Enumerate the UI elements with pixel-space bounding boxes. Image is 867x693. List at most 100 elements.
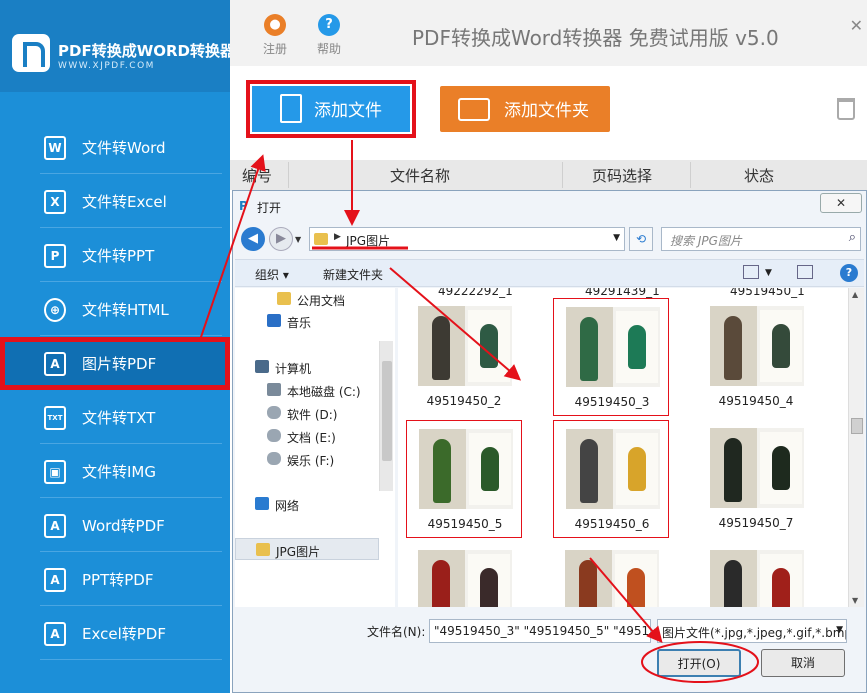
add-folder-button[interactable]: 添加文件夹 [440,86,610,132]
globe-icon: ⊕ [44,298,66,322]
thumbnail-image [565,550,659,607]
sidebar-item[interactable]: A Word转PDF [0,499,230,552]
folder-icon [277,292,291,305]
navigation-tree: 公用文档 音乐计算机 本地磁盘 (C:) 软件 (D:) 文档 (E:) 娱乐 (F:) 网… [235,288,395,607]
search-input[interactable]: 搜索 JPG图片 ⌕ [661,227,861,251]
tree-item[interactable]: 软件 (D:) [235,402,379,424]
tree-item[interactable]: 文档 (E:) [235,425,379,447]
network-icon [255,497,269,510]
trash-icon[interactable] [837,98,855,120]
new-folder-button[interactable]: 新建文件夹 [323,266,383,283]
image-icon: ▣ [44,460,66,484]
back-button[interactable]: ◀ [241,227,265,251]
sidebar-item[interactable]: A Excel转PDF [0,607,230,660]
register-button[interactable]: ● 注册 [255,14,295,57]
view-dropdown-icon[interactable]: ▼ [765,268,772,278]
app-small-icon: P [239,199,248,213]
address-bar[interactable]: ▶ JPG图片 ▼ [309,227,625,251]
grid-scrollbar[interactable]: ▲ ▼ [848,288,864,607]
tree-item[interactable]: 公用文档 [235,288,379,310]
drive-icon [267,406,281,419]
tree-item[interactable]: 计算机 [235,356,379,378]
image-thumbnail[interactable]: 49519450_5 [406,420,522,538]
dialog-close-button[interactable]: ✕ [820,193,862,213]
thumbnail-image [419,429,513,509]
file-grid: 49222292_1 49291439_1 49519450_1 49519450_2… [398,288,848,607]
sidebar-item[interactable]: TXT 文件转TXT [0,391,230,444]
help-button[interactable]: ? 帮助 [309,14,349,57]
close-icon[interactable]: ✕ [850,16,863,35]
excel-icon: X [44,190,66,214]
sidebar-item[interactable]: ▣ 文件转IMG [0,445,230,498]
help-icon[interactable]: ? [840,264,858,282]
sidebar-item-label: Excel转PDF [82,625,166,643]
file-caption: 49291439_1 [585,288,660,298]
image-thumbnail[interactable] [406,542,522,607]
file-table-header: 编号 文件名称 页码选择 状态 [230,160,867,190]
open-button[interactable]: 打开(O) [657,649,741,677]
filetype-select[interactable]: 图片文件(*.jpg,*.jpeg,*.gif,*.bmp) ▼ [657,619,847,643]
app-title: PDF转换成Word转换器 免费试用版 v5.0 [412,26,779,50]
cancel-button[interactable]: 取消 [761,649,845,677]
add-file-button[interactable]: 添加文件 [246,80,416,138]
thumbnail-image [710,550,804,607]
image-thumbnail[interactable] [553,542,669,607]
thumbnail-caption: 49519450_2 [426,394,502,408]
tree-item-label: 文档 (E:) [287,431,336,445]
image-thumbnail[interactable]: 49519450_2 [406,298,522,416]
image-thumbnail[interactable]: 49519450_3 [553,298,669,416]
thumbnail-image [710,428,804,508]
add-file-label: 添加文件 [314,101,382,121]
word-icon: W [44,136,66,160]
chevron-down-icon: ▼ [836,625,843,635]
sidebar-item[interactable]: P 文件转PPT [0,229,230,282]
txt-icon: TXT [44,406,66,430]
image-thumbnail[interactable]: 49519450_4 [698,298,814,416]
image-thumbnail[interactable]: 49519450_7 [698,420,814,538]
sidebar-item-label: 文件转Excel [82,193,167,211]
organize-menu[interactable]: 组织 ▾ [255,266,289,283]
refresh-button[interactable]: ⟲ [629,227,653,251]
thumbnail-caption: 49519450_3 [574,395,650,409]
preview-pane-icon[interactable] [797,265,813,279]
image-thumbnail[interactable]: 49519450_6 [553,420,669,538]
chevron-down-icon[interactable]: ▼ [613,233,620,243]
sidebar-item-label: 文件转PPT [82,247,155,265]
search-placeholder: 搜索 JPG图片 [670,234,742,248]
tree-item[interactable]: 网络 [235,493,379,515]
filename-input[interactable]: "49519450_3" "49519450_5" "4951 [429,619,651,643]
col-status: 状态 [744,167,775,185]
forward-button[interactable]: ▶ [269,227,293,251]
thumbnail-image [566,429,660,509]
sidebar-item[interactable]: X 文件转Excel [0,175,230,228]
tree-item-label: JPG图片 [276,545,321,559]
breadcrumb-arrow-icon[interactable]: ▶ [334,232,341,242]
tree-item[interactable]: 娱乐 (F:) [235,448,379,470]
sidebar-item[interactable]: A 图片转PDF [0,337,230,390]
tree-scrollbar[interactable] [379,341,393,491]
app-logo-icon [12,34,50,72]
file-caption: 49222292_1 [438,288,513,298]
filename-label: 文件名(N): [367,625,426,639]
tree-item[interactable]: 音乐 [235,310,379,332]
folder-icon [256,543,270,556]
column-divider [562,162,563,188]
open-file-dialog: P 打开 ✕ ◀ ▶ ▼ ▶ JPG图片 ▼ ⟲ 搜索 JPG图片 ⌕ 组织 ▾… [232,190,867,693]
pdf-icon: A [44,514,66,538]
history-dropdown-icon[interactable]: ▼ [295,235,301,244]
sidebar-item[interactable]: W 文件转Word [0,121,230,174]
tree-item[interactable]: 本地磁盘 (C:) [235,379,379,401]
sidebar-item-label: 文件转TXT [82,409,156,427]
image-thumbnail[interactable] [698,542,814,607]
tree-item-label: 软件 (D:) [287,408,338,422]
windows-drive-icon [267,383,281,396]
tree-item[interactable]: JPG图片 [235,538,379,560]
view-icon[interactable] [743,265,759,279]
col-name: 文件名称 [390,167,451,185]
pdf-icon: A [44,568,66,592]
thumbnail-caption: 49519450_7 [718,516,794,530]
dialog-title: 打开 [257,201,282,215]
sidebar-item[interactable]: ⊕ 文件转HTML [0,283,230,336]
sidebar-item[interactable]: A PPT转PDF [0,553,230,606]
pdf-icon: A [44,622,66,646]
